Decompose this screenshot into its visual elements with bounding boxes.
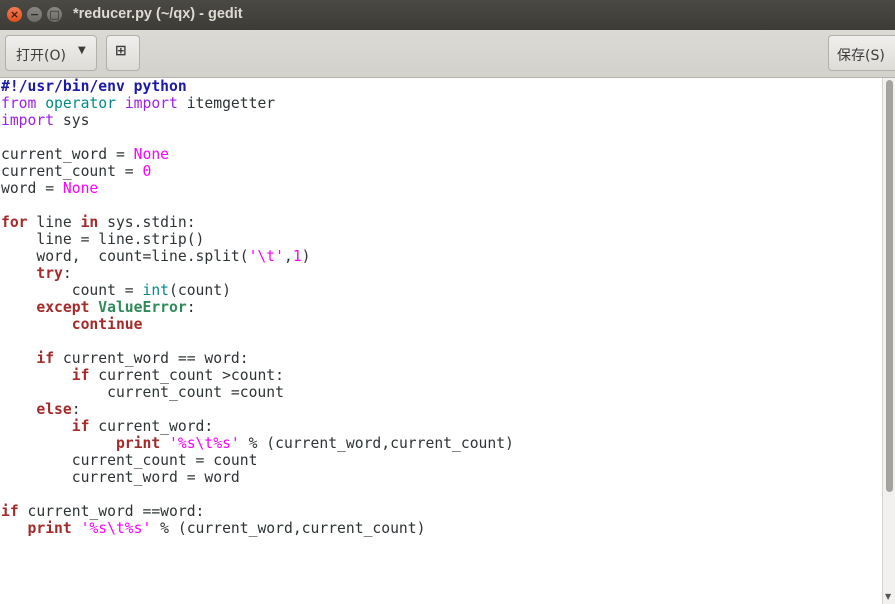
new-tab-button[interactable]: ⊞	[106, 35, 140, 71]
close-icon[interactable]: ×	[7, 7, 22, 22]
code-line[interactable]	[1, 486, 514, 503]
vertical-scrollbar[interactable]: ▼	[882, 78, 895, 604]
open-button-label: 打开(O)	[16, 48, 66, 64]
save-button-label: 保存(S)	[837, 48, 885, 64]
chevron-down-icon: ▼	[78, 45, 86, 56]
code-line[interactable]: current_word = None	[1, 146, 514, 163]
code-line[interactable]: if current_word ==word:	[1, 503, 514, 520]
text-editor[interactable]: #!/usr/bin/env python from operator impor…	[0, 78, 882, 604]
code-line[interactable]: except ValueError:	[1, 299, 514, 316]
code-line[interactable]: if current_count >count:	[1, 367, 514, 384]
code-line[interactable]	[1, 129, 514, 146]
code-line[interactable]: print '%s\t%s' % (current_word,current_c…	[1, 520, 514, 537]
code-view[interactable]: #!/usr/bin/env python from operator impor…	[1, 78, 514, 537]
header-bar: 打开(O) ▼ ⊞ 保存(S)	[0, 30, 895, 78]
code-line[interactable]: if current_word == word:	[1, 350, 514, 367]
code-line[interactable]: if current_word:	[1, 418, 514, 435]
code-line[interactable]: else:	[1, 401, 514, 418]
scroll-down-icon[interactable]: ▼	[885, 592, 891, 601]
maximize-icon[interactable]: □	[47, 7, 62, 22]
code-line[interactable]: import sys	[1, 112, 514, 129]
code-line[interactable]: current_count =count	[1, 384, 514, 401]
new-document-icon: ⊞	[115, 43, 127, 59]
code-line[interactable]: word = None	[1, 180, 514, 197]
code-line[interactable]: for line in sys.stdin:	[1, 214, 514, 231]
code-line[interactable]: #!/usr/bin/env python	[1, 78, 514, 95]
title-bar: × − □ *reducer.py (~/qx) - gedit	[0, 0, 895, 30]
code-line[interactable]	[1, 197, 514, 214]
code-line[interactable]	[1, 333, 514, 350]
code-line[interactable]: count = int(count)	[1, 282, 514, 299]
code-line[interactable]: word, count=line.split('\t',1)	[1, 248, 514, 265]
code-line[interactable]: continue	[1, 316, 514, 333]
code-line[interactable]: print '%s\t%s' % (current_word,current_c…	[1, 435, 514, 452]
open-button[interactable]: 打开(O) ▼	[5, 35, 97, 71]
code-line[interactable]: from operator import itemgetter	[1, 95, 514, 112]
scroll-thumb[interactable]	[886, 80, 893, 492]
code-line[interactable]: line = line.strip()	[1, 231, 514, 248]
code-line[interactable]: try:	[1, 265, 514, 282]
code-line[interactable]: current_word = word	[1, 469, 514, 486]
save-button[interactable]: 保存(S)	[828, 35, 895, 71]
code-line[interactable]: current_count = 0	[1, 163, 514, 180]
window-title: *reducer.py (~/qx) - gedit	[73, 6, 243, 22]
minimize-icon[interactable]: −	[27, 7, 42, 22]
code-line[interactable]: current_count = count	[1, 452, 514, 469]
